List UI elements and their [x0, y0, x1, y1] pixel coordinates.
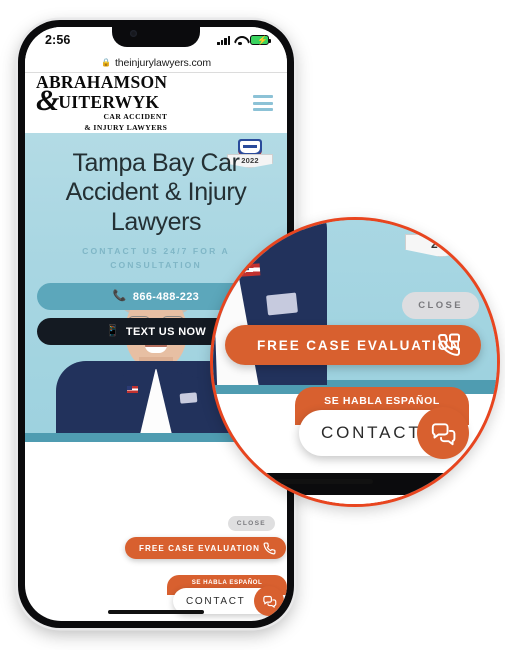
text-us-label: TEXT US NOW — [125, 325, 207, 338]
magnified-contact-label: CONTACT — [321, 423, 422, 442]
portrait-shirt — [126, 369, 186, 433]
screenshot-stage: 2:56 ⚡ 🔒 theinjurylawyers.com ABRAHAMSON — [0, 0, 505, 650]
phone-icon: 📞 — [112, 290, 127, 303]
cellular-signal-icon — [217, 35, 230, 45]
magnified-award-badge-year: 202 — [405, 234, 477, 257]
magnified-secondary-badge-icon — [225, 466, 247, 482]
magnified-home-indicator — [253, 479, 373, 484]
notch — [112, 27, 200, 47]
close-widget-button[interactable]: CLOSE — [227, 516, 275, 531]
call-phone-label: 866-488-223 — [132, 290, 200, 303]
magnified-chat-bubbles-icon — [417, 407, 469, 459]
battery-charging-icon: ⚡ — [250, 35, 271, 46]
logo-row-2: & UITERWYK — [36, 83, 167, 117]
magnified-free-case-evaluation-label: FREE CASE EVALUATION — [257, 337, 462, 353]
portrait-smile — [145, 345, 167, 353]
front-camera-icon — [130, 30, 137, 37]
logo-ampersand: & — [36, 83, 60, 117]
portrait-neck — [139, 357, 173, 383]
portrait-lapel-left — [110, 367, 156, 433]
lock-icon: 🔒 — [100, 58, 111, 67]
magnified-free-case-evaluation-button[interactable]: FREE CASE EVALUATION — [225, 325, 481, 365]
contact-label: CONTACT — [186, 595, 246, 607]
free-case-evaluation-label: FREE CASE EVALUATION — [139, 543, 260, 553]
lightning-bolt-icon: ⚡ — [257, 35, 268, 46]
home-indicator — [108, 610, 204, 614]
magnifier-content: 202 CLOSE FREE CASE EVALUATION SE HABLA … — [213, 220, 497, 504]
hamburger-menu-icon[interactable] — [251, 91, 275, 114]
url-text: theinjurylawyers.com — [114, 56, 211, 69]
magnified-close-widget-button[interactable]: CLOSE — [402, 292, 479, 319]
mobile-phone-icon: 📱 — [105, 325, 120, 338]
portrait-pocket-square — [179, 392, 198, 404]
status-bar: 2:56 ⚡ — [25, 27, 287, 53]
magnified-flag-pin-icon — [240, 263, 261, 277]
portrait-flag-pin-icon — [127, 386, 138, 393]
browser-url-bar[interactable]: 🔒 theinjurylawyers.com — [25, 53, 287, 73]
site-header: ABRAHAMSON & UITERWYK CAR ACCIDENT & INJ… — [25, 73, 287, 133]
status-clock: 2:56 — [45, 33, 71, 47]
magnifier-circle: 202 CLOSE FREE CASE EVALUATION SE HABLA … — [210, 217, 500, 507]
wifi-icon — [234, 36, 246, 46]
magnified-phone-bezel — [213, 473, 497, 495]
portrait-lapel-right — [156, 367, 202, 433]
magnified-contact-button[interactable]: CONTACT — [299, 407, 469, 459]
phone-message-icon — [261, 539, 279, 557]
magnified-award-badge: 202 — [405, 220, 477, 257]
chat-bubbles-icon — [254, 586, 284, 616]
status-icons: ⚡ — [217, 35, 271, 46]
free-case-evaluation-button[interactable]: FREE CASE EVALUATION — [125, 537, 286, 559]
logo-line-2: UITERWYK — [58, 91, 160, 112]
magnified-phone-message-icon — [437, 333, 461, 363]
logo-subline-2: & INJURY LAWYERS — [84, 122, 168, 132]
magnified-pocket-square — [266, 292, 298, 316]
site-logo[interactable]: ABRAHAMSON & UITERWYK CAR ACCIDENT & INJ… — [36, 74, 167, 132]
